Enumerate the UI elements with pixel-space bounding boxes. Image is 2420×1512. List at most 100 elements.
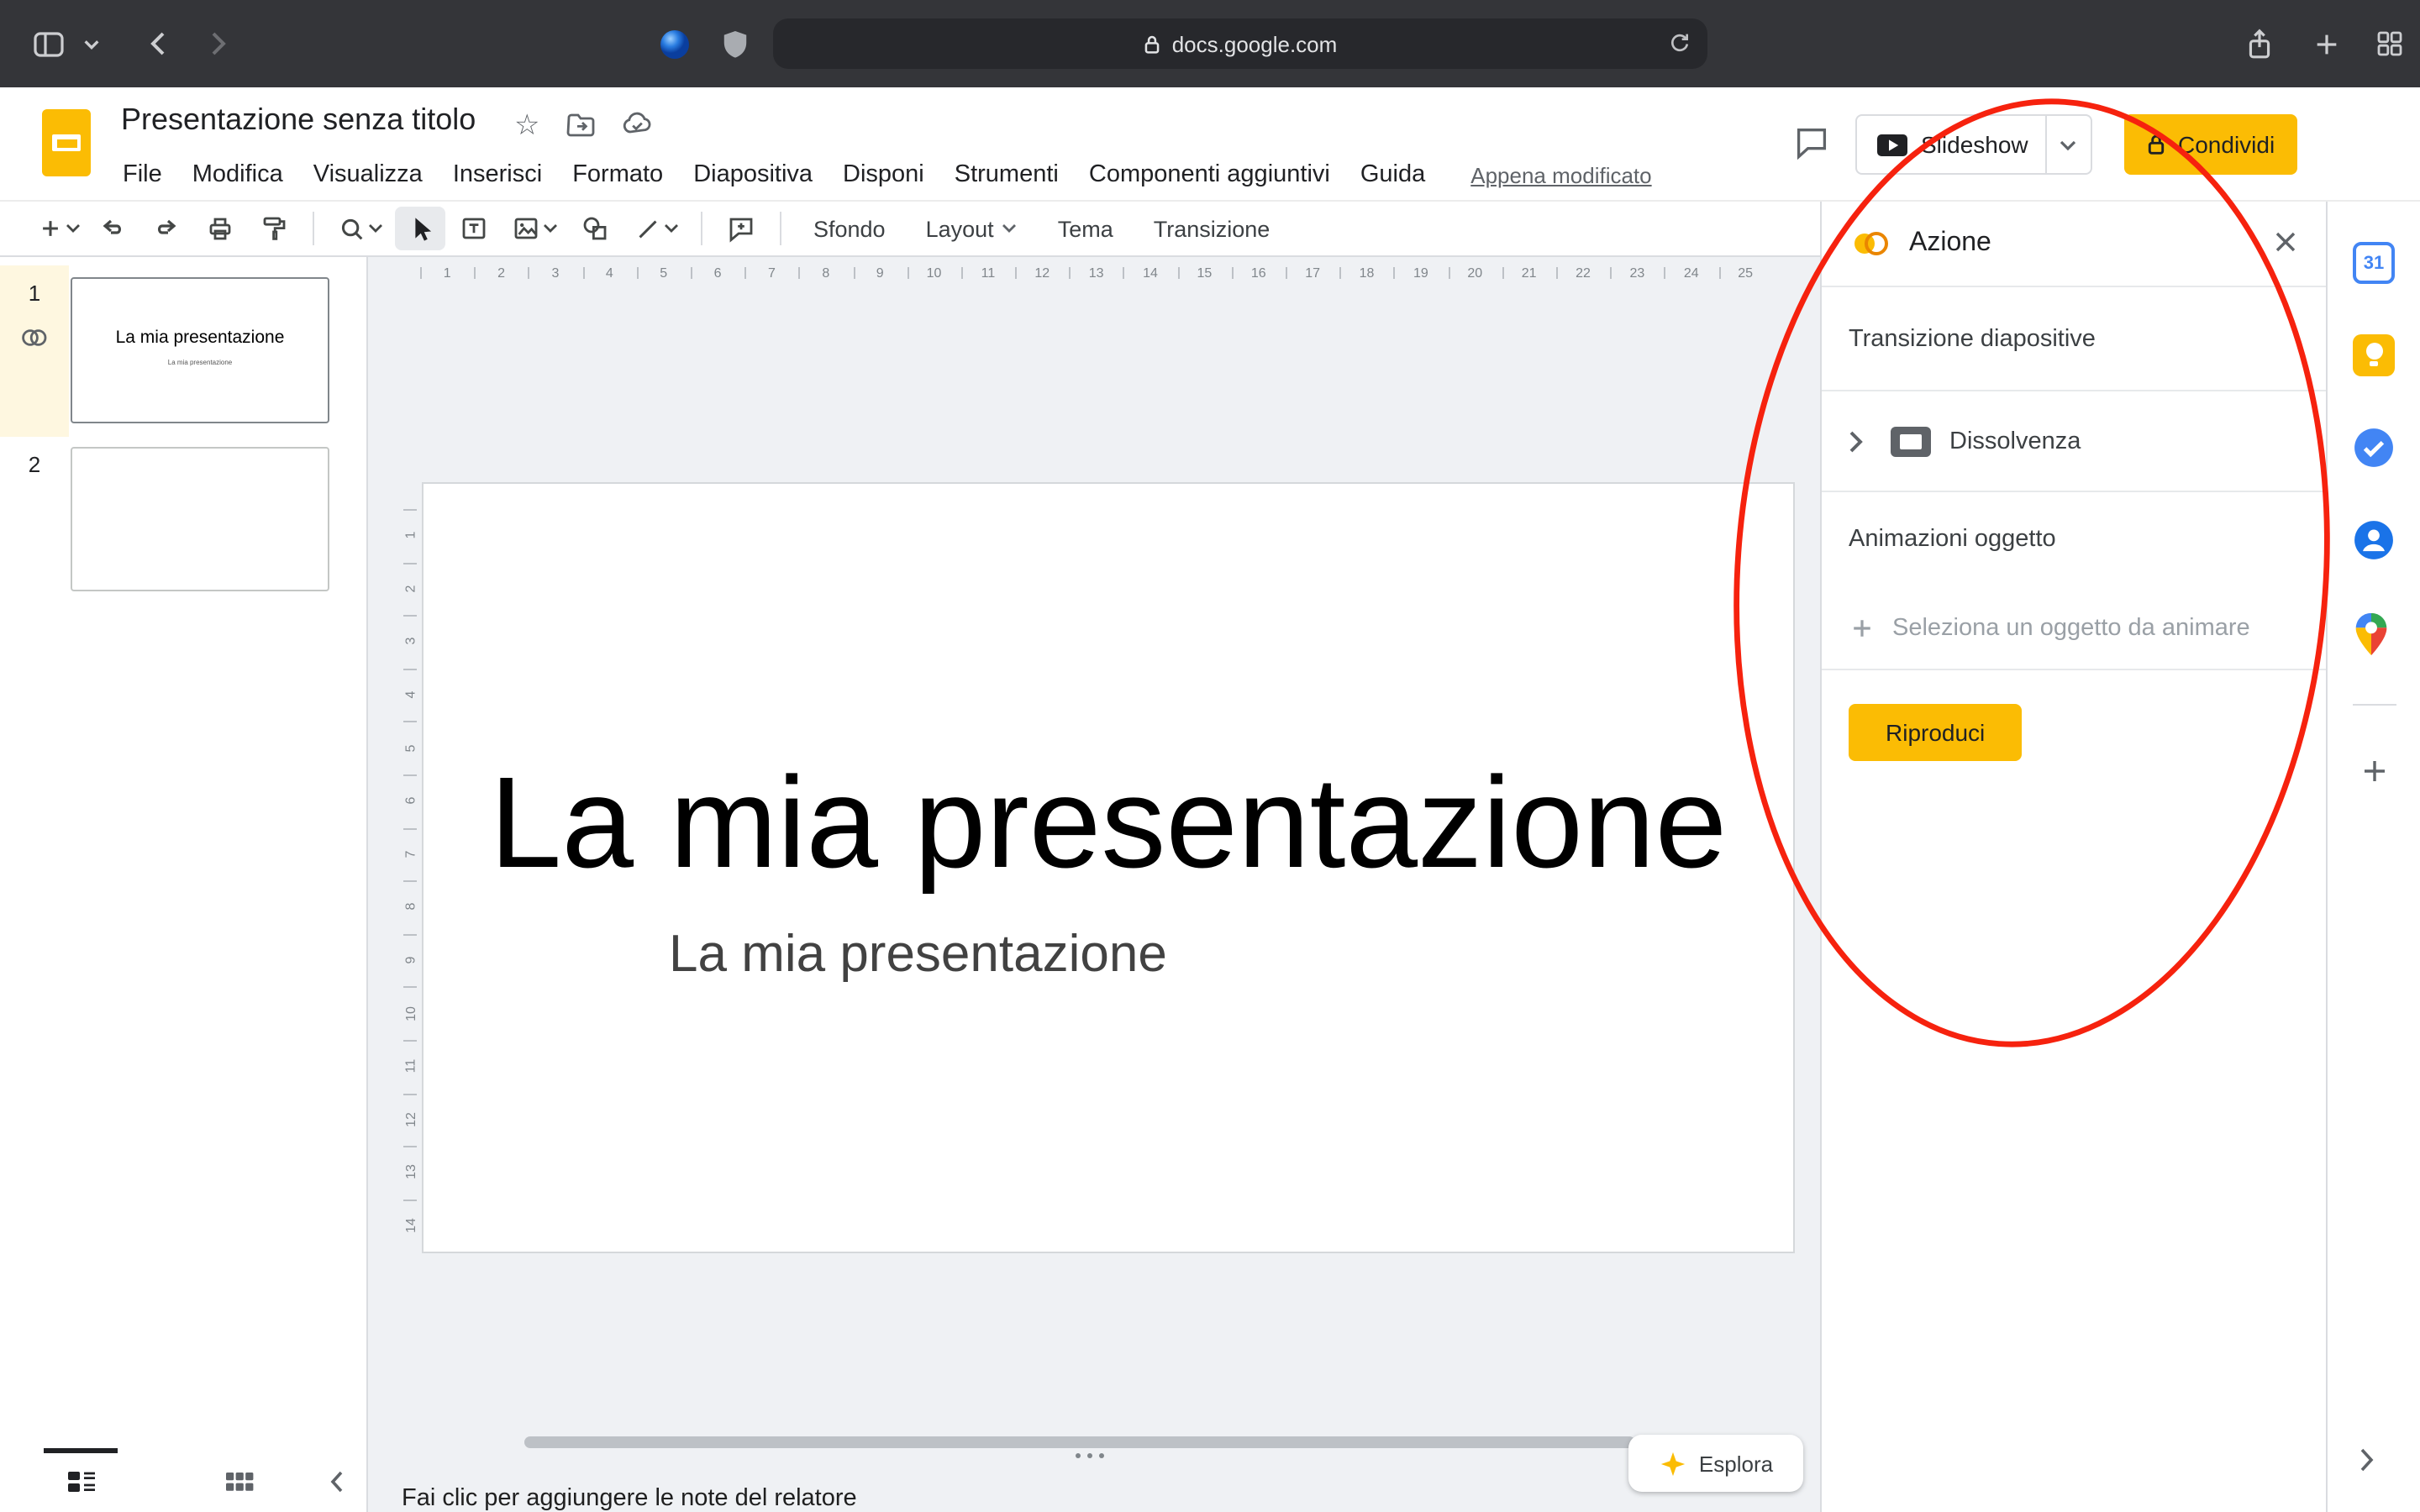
redo-button[interactable]: [141, 207, 192, 250]
slide-editor-page[interactable]: La mia presentazione La mia presentazion…: [422, 482, 1795, 1253]
insert-shape-button[interactable]: [570, 207, 620, 250]
paint-format-button[interactable]: [249, 207, 299, 250]
maps-icon[interactable]: [2353, 612, 2395, 654]
menu-help[interactable]: Guida: [1345, 161, 1440, 188]
background-button[interactable]: Sfondo: [795, 207, 904, 250]
add-addon-icon[interactable]: [2359, 756, 2389, 786]
speaker-notes-placeholder[interactable]: Fai clic per aggiungere le note del rela…: [402, 1485, 857, 1512]
zoom-caret-icon[interactable]: [367, 223, 382, 234]
insert-line-button[interactable]: [623, 207, 687, 250]
menu-arrange[interactable]: Disponi: [828, 161, 939, 188]
comment-history-icon[interactable]: [1778, 108, 1845, 175]
new-tab-icon[interactable]: [2299, 0, 2353, 87]
slideshow-button-main[interactable]: Slideshow: [1857, 131, 2045, 158]
ruler-h-tick: 17: [1286, 257, 1339, 289]
slide-2-thumbnail[interactable]: [71, 447, 329, 591]
ruler-h-tick: 4: [582, 257, 636, 289]
explore-button[interactable]: Esplora: [1628, 1435, 1803, 1492]
motion-panel: Azione Transizione diapositive Dissolven…: [1820, 202, 2326, 1512]
last-modified-link[interactable]: Appena modificato: [1470, 162, 1651, 187]
menu-tools[interactable]: Strumenti: [939, 161, 1074, 188]
slideshow-label: Slideshow: [1921, 131, 2028, 158]
cloud-status-icon[interactable]: [620, 109, 654, 138]
document-title[interactable]: Presentazione senza titolo: [121, 102, 476, 138]
zoom-button[interactable]: [328, 207, 392, 250]
menu-file[interactable]: File: [108, 161, 177, 188]
lock-icon: [1144, 33, 1162, 55]
contacts-icon[interactable]: [2353, 519, 2395, 561]
collapse-filmstrip-icon[interactable]: [316, 1462, 356, 1502]
slides-logo-icon[interactable]: [42, 109, 91, 176]
ruler-v-tick: 3: [397, 615, 424, 668]
notes-resize-handle[interactable]: [1076, 1453, 1104, 1458]
add-animation-plus-icon: [1849, 614, 1876, 641]
new-slide-caret-icon[interactable]: [66, 223, 81, 234]
text-box-button[interactable]: [449, 207, 499, 250]
share-page-icon[interactable]: [2232, 0, 2286, 87]
slide-subtitle-text[interactable]: La mia presentazione: [669, 924, 1167, 984]
star-icon[interactable]: [514, 109, 540, 143]
slideshow-icon: [1877, 134, 1907, 155]
slide-transition-indicator-icon[interactable]: [20, 324, 49, 351]
transition-button[interactable]: Transizione: [1135, 207, 1289, 250]
extension-shield-icon[interactable]: [713, 0, 756, 87]
transition-type-icon: [1889, 423, 1933, 459]
hide-side-panel-icon[interactable]: [2356, 1445, 2376, 1475]
insert-image-button[interactable]: [502, 207, 566, 250]
layout-button[interactable]: Layout: [908, 207, 1036, 250]
ruler-v-tick: 2: [397, 562, 424, 615]
back-button[interactable]: [134, 0, 185, 87]
menu-insert[interactable]: Inserisci: [438, 161, 557, 188]
menu-view[interactable]: Visualizza: [298, 161, 438, 188]
add-animation-row[interactable]: Seleziona un oggetto da animare: [1822, 586, 2326, 670]
ruler-horizontal: 1234567891011121314151617181920212223242…: [420, 257, 1772, 289]
tab-overview-icon[interactable]: [2363, 0, 2417, 87]
image-caret-icon[interactable]: [543, 223, 558, 234]
undo-button[interactable]: [87, 207, 138, 250]
slide-title-text[interactable]: La mia presentazione: [424, 749, 1793, 899]
slideshow-button[interactable]: Slideshow: [1855, 114, 2092, 175]
line-caret-icon[interactable]: [663, 223, 678, 234]
select-tool-button[interactable]: [395, 207, 445, 250]
play-button[interactable]: Riproduci: [1849, 704, 2022, 761]
ruler-h-tick: 1: [420, 257, 474, 289]
explore-star-icon: [1659, 1449, 1687, 1478]
ruler-h-tick: 25: [1718, 257, 1772, 289]
forward-button[interactable]: [192, 0, 242, 87]
motion-panel-title: Azione: [1909, 228, 1991, 259]
slide-transition-row[interactable]: Dissolvenza: [1822, 391, 2326, 492]
close-panel-icon[interactable]: [2269, 225, 2302, 259]
move-folder-icon[interactable]: [565, 109, 597, 139]
refresh-icon[interactable]: [1667, 30, 1692, 55]
google-slides-app: docs.google.com Presentazione senza tito…: [0, 0, 2420, 1512]
menu-addons[interactable]: Componenti aggiuntivi: [1074, 161, 1345, 188]
new-slide-button[interactable]: [34, 207, 84, 250]
filmstrip-view-icon[interactable]: [60, 1462, 101, 1502]
ruler-v-tick: 4: [397, 669, 424, 722]
sidebar-toggle-icon[interactable]: [24, 0, 74, 87]
calendar-icon[interactable]: 31: [2353, 242, 2395, 284]
grid-view-icon[interactable]: [218, 1462, 259, 1502]
menu-format[interactable]: Formato: [557, 161, 678, 188]
print-button[interactable]: [195, 207, 245, 250]
share-button[interactable]: Condividi: [2124, 114, 2296, 175]
expand-chevron-icon[interactable]: [1839, 424, 1872, 458]
keep-icon[interactable]: [2353, 334, 2395, 376]
slide-2-number: 2: [0, 452, 69, 477]
slideshow-dropdown[interactable]: [2045, 116, 2091, 173]
extension-orb-icon[interactable]: [652, 0, 696, 87]
address-bar[interactable]: docs.google.com: [773, 18, 1707, 69]
theme-button[interactable]: Tema: [1039, 207, 1132, 250]
tasks-icon[interactable]: [2353, 427, 2395, 469]
ruler-v-tick: 7: [397, 827, 424, 880]
horizontal-scrollbar[interactable]: [524, 1436, 1635, 1448]
sidebar-chevron-down-icon[interactable]: [77, 0, 104, 87]
menu-slide[interactable]: Diapositiva: [678, 161, 828, 188]
ruler-v-tick: 1: [397, 509, 424, 562]
slide-1-thumbnail[interactable]: La mia presentazione La mia presentazion…: [71, 277, 329, 423]
insert-comment-button[interactable]: [716, 207, 766, 250]
thumbnail-subtitle: La mia presentazione: [72, 358, 328, 366]
ruler-v-tick: 10: [397, 987, 424, 1040]
menu-edit[interactable]: Modifica: [177, 161, 298, 188]
ruler-h-tick: 2: [474, 257, 528, 289]
